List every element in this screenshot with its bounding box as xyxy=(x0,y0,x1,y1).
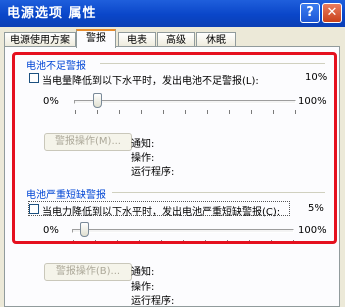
tab-label: 休眠 xyxy=(206,35,226,46)
tab-label: 高级 xyxy=(166,35,186,46)
tab-label: 电表 xyxy=(127,35,147,46)
critical-run-program-label: 运行程序: xyxy=(131,296,175,307)
critical-alarm-action-button[interactable]: 警报操作(B)... xyxy=(44,263,132,281)
critical-notify-label: 通知: xyxy=(131,267,155,278)
window-titlebar[interactable]: 电源选项 属性 xyxy=(0,0,345,27)
close-icon: ✕ xyxy=(326,5,338,20)
window-title: 电源选项 属性 xyxy=(7,6,97,21)
tab-label: 警报 xyxy=(86,33,106,44)
help-button[interactable]: ? xyxy=(300,3,320,23)
tab-strip: 电源使用方案 警报 电表 高级 休眠 xyxy=(0,27,345,48)
tab-label: 电源使用方案 xyxy=(10,35,70,46)
help-icon: ? xyxy=(306,5,314,20)
close-button[interactable]: ✕ xyxy=(322,3,342,23)
red-highlight-box xyxy=(12,52,337,244)
critical-action-label: 操作: xyxy=(131,282,155,293)
button-label: 警报操作(B)... xyxy=(55,266,121,277)
tab-alarms[interactable]: 警报 xyxy=(76,29,116,48)
